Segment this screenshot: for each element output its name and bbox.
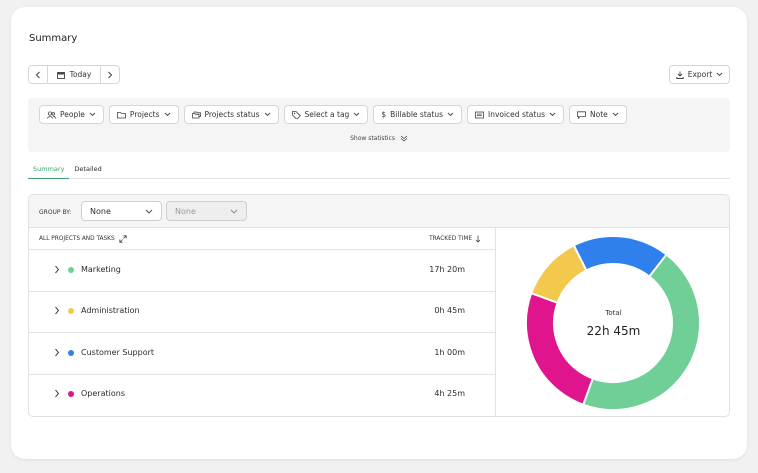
- report-card: Summary Today Export People Projects Pro…: [11, 7, 747, 459]
- chevron-left-icon: [35, 71, 40, 78]
- filter-label: Projects: [129, 110, 160, 119]
- project-color-dot: [68, 267, 74, 273]
- chevron-down-icon: [89, 112, 96, 117]
- next-date-button[interactable]: [101, 66, 119, 83]
- donut-chart: [527, 237, 699, 409]
- filter-projects[interactable]: Projects: [108, 105, 179, 124]
- date-label: Today: [69, 70, 92, 79]
- chevron-down-icon: [549, 112, 556, 117]
- table-row[interactable]: Operations 4h 25m: [29, 374, 495, 416]
- project-name: Operations: [81, 389, 125, 398]
- project-color-dot: [68, 391, 74, 397]
- dollar-icon: $: [381, 110, 387, 119]
- table-row[interactable]: Administration 0h 45m: [29, 291, 495, 333]
- chevron-down-icon: [145, 209, 153, 214]
- chevron-down-icon: [353, 112, 360, 117]
- projects-table: ALL PROJECTS AND TASKS TRACKED TIME Mark…: [29, 228, 496, 416]
- note-icon: [577, 110, 586, 119]
- filter-people[interactable]: People: [39, 105, 104, 124]
- chevron-down-icon: [447, 112, 454, 117]
- invoice-icon: [475, 111, 484, 118]
- filter-label: Invoiced status: [487, 110, 545, 119]
- previous-date-button[interactable]: [29, 66, 47, 83]
- download-icon: [676, 71, 684, 79]
- donut-chart-area: Total 22h 45m: [496, 228, 729, 416]
- export-label: Export: [687, 70, 713, 79]
- tab-summary[interactable]: Summary: [28, 165, 70, 179]
- project-name: Marketing: [81, 265, 121, 274]
- double-chevron-down-icon: [400, 135, 408, 142]
- filter-invoiced-status[interactable]: Invoiced status: [466, 105, 564, 124]
- donut-total-label: Total: [605, 309, 622, 317]
- tag-icon: [291, 110, 301, 119]
- tracked-time: 0h 45m: [434, 306, 465, 315]
- chevron-right-icon[interactable]: [54, 389, 60, 398]
- sort-tracked-time[interactable]: TRACKED TIME: [429, 235, 481, 243]
- group-by-secondary-select[interactable]: None: [166, 201, 247, 221]
- date-navigator: Today: [28, 65, 120, 84]
- donut-total-value: 22h 45m: [586, 324, 641, 338]
- project-color-dot: [68, 308, 74, 314]
- group-by-bar: GROUP BY: None None: [29, 195, 729, 228]
- chevron-down-icon: [164, 112, 170, 117]
- group-by-label: GROUP BY:: [39, 209, 72, 216]
- chevron-down-icon: [230, 209, 238, 214]
- export-button[interactable]: Export: [669, 65, 730, 84]
- filter-label: Select a tag: [304, 110, 350, 119]
- filter-note[interactable]: Note: [569, 105, 627, 124]
- chevron-right-icon[interactable]: [54, 306, 60, 315]
- filter-label: Billable status: [390, 110, 443, 119]
- expand-icon[interactable]: [119, 235, 127, 243]
- show-statistics-label: Show statistics: [350, 135, 395, 142]
- tracked-time: 4h 25m: [434, 389, 465, 398]
- project-name: Administration: [81, 306, 140, 315]
- filter-billable-status[interactable]: $ Billable status: [373, 105, 462, 124]
- folder-icon: [117, 111, 126, 118]
- chevron-right-icon: [108, 71, 113, 78]
- select-value: None: [90, 206, 111, 216]
- project-color-dot: [68, 350, 74, 356]
- filter-label: Projects status: [204, 110, 260, 119]
- report-panel: GROUP BY: None None ALL PROJECTS AND TAS…: [28, 194, 730, 417]
- page-title: Summary: [29, 33, 78, 44]
- chevron-down-icon: [264, 112, 270, 117]
- select-value: None: [175, 206, 196, 216]
- arrow-down-icon: [475, 235, 481, 243]
- chevron-down-icon: [612, 112, 619, 117]
- filter-label: Note: [590, 110, 608, 119]
- chevron-down-icon: [716, 72, 723, 77]
- group-by-primary-select[interactable]: None: [81, 201, 162, 221]
- filter-tag[interactable]: Select a tag: [283, 105, 369, 124]
- tracked-time: 17h 20m: [429, 265, 465, 274]
- show-statistics-toggle[interactable]: Show statistics: [28, 135, 730, 142]
- table-header: ALL PROJECTS AND TASKS TRACKED TIME: [29, 228, 495, 250]
- people-icon: [47, 110, 56, 119]
- calendar-icon: [56, 71, 65, 79]
- chevron-right-icon[interactable]: [54, 265, 60, 274]
- filter-projects-status[interactable]: Projects status: [183, 105, 279, 124]
- filter-label: People: [60, 110, 85, 119]
- folders-icon: [191, 111, 201, 118]
- date-picker-button[interactable]: Today: [47, 66, 101, 83]
- tab-detailed[interactable]: Detailed: [69, 165, 106, 179]
- chevron-right-icon[interactable]: [54, 348, 60, 357]
- filter-bar: People Projects Projects status Select a…: [28, 98, 730, 152]
- table-row[interactable]: Customer Support 1h 00m: [29, 333, 495, 375]
- table-row[interactable]: Marketing 17h 20m: [29, 250, 495, 292]
- view-tabs: Summary Detailed: [28, 165, 730, 179]
- tracked-time: 1h 00m: [434, 348, 465, 357]
- column-header-tracked-time: TRACKED TIME: [429, 236, 472, 242]
- project-name: Customer Support: [81, 348, 155, 357]
- column-header-projects: ALL PROJECTS AND TASKS: [39, 236, 115, 242]
